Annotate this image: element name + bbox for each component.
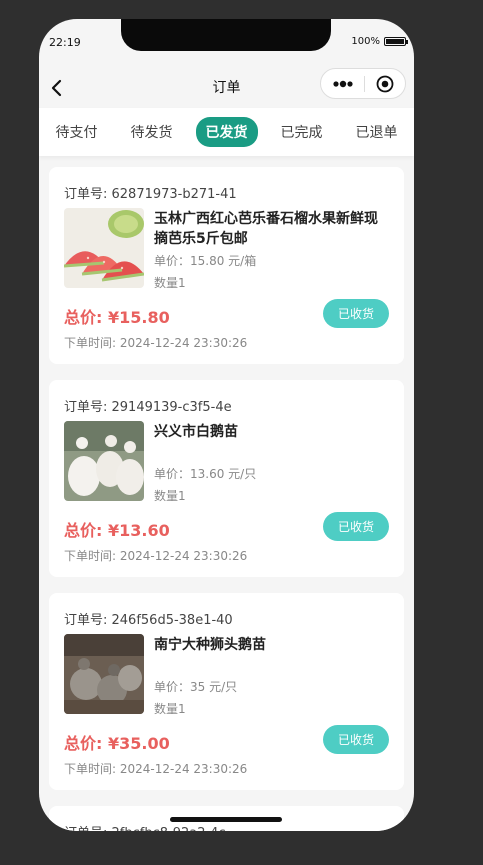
tab-completed[interactable]: 已完成: [271, 117, 333, 147]
order-card: 订单号: 246f56d5-38e1-40 南宁大种狮头鹅苗 单价：35 元/只…: [49, 593, 404, 790]
order-card: 订单号: 29149139-c3f5-4e 兴义市白鹅苗 单价：13.60 元/…: [49, 380, 404, 577]
quantity: 数量1: [154, 276, 186, 290]
battery-percent: 100%: [351, 36, 380, 47]
navbar: 订单: [39, 68, 414, 108]
quantity: 数量1: [154, 489, 186, 503]
total-price: 总价: ¥13.60: [64, 521, 170, 540]
battery-icon: [384, 37, 408, 46]
more-dots-icon[interactable]: [321, 80, 364, 88]
order-number: 订单号: 2fbcfbc8-92a2-4c: [64, 822, 226, 831]
unit-price: 单价：35 元/只: [154, 680, 238, 694]
tab-refunded[interactable]: 已退单: [346, 117, 408, 147]
order-list: 订单号: 62871973-b271-41 玉林广西红心芭乐番石榴水果新鲜现摘芭…: [49, 167, 404, 831]
confirm-received-button[interactable]: 已收货: [323, 725, 389, 754]
order-time: 下单时间: 2024-12-24 23:30:26: [64, 549, 248, 563]
total-price: 总价: ¥35.00: [64, 734, 170, 753]
order-time: 下单时间: 2024-12-24 23:30:26: [64, 762, 248, 776]
quantity: 数量1: [154, 702, 186, 716]
target-circle-icon[interactable]: [365, 75, 405, 93]
white-goose-image: [64, 421, 144, 501]
order-number: 订单号: 29149139-c3f5-4e: [64, 400, 232, 415]
status-time: 22:19: [49, 36, 81, 49]
notch: [121, 19, 331, 51]
guava-image: [64, 208, 144, 288]
product-name: 南宁大种狮头鹅苗: [154, 637, 266, 653]
lionhead-goose-image: [64, 634, 144, 714]
status-battery: 100%: [351, 36, 408, 47]
product-name: 兴义市白鹅苗: [154, 424, 238, 440]
tab-pending-payment[interactable]: 待支付: [46, 117, 108, 147]
phone-frame: 22:19 100% 订单 待支付 待发货 已发货 已完成 已退单 订单号: 6…: [39, 19, 414, 831]
order-time: 下单时间: 2024-12-24 23:30:26: [64, 336, 248, 350]
order-number: 订单号: 62871973-b271-41: [64, 187, 237, 202]
tab-shipped[interactable]: 已发货: [195, 117, 258, 147]
unit-price: 单价：15.80 元/箱: [154, 254, 257, 268]
confirm-received-button[interactable]: 已收货: [323, 512, 389, 541]
order-card: 订单号: 62871973-b271-41 玉林广西红心芭乐番石榴水果新鲜现摘芭…: [49, 167, 404, 364]
order-tabs: 待支付 待发货 已发货 已完成 已退单: [39, 108, 414, 156]
order-number: 订单号: 246f56d5-38e1-40: [64, 613, 233, 628]
unit-price: 单价：13.60 元/只: [154, 467, 257, 481]
total-price: 总价: ¥15.80: [64, 308, 170, 327]
mini-program-capsule: [320, 68, 406, 99]
product-name: 玉林广西红心芭乐番石榴水果新鲜现摘芭乐5斤包邮: [154, 211, 378, 247]
confirm-received-button[interactable]: 已收货: [323, 299, 389, 328]
tab-pending-shipment[interactable]: 待发货: [121, 117, 183, 147]
home-indicator: [170, 817, 282, 822]
